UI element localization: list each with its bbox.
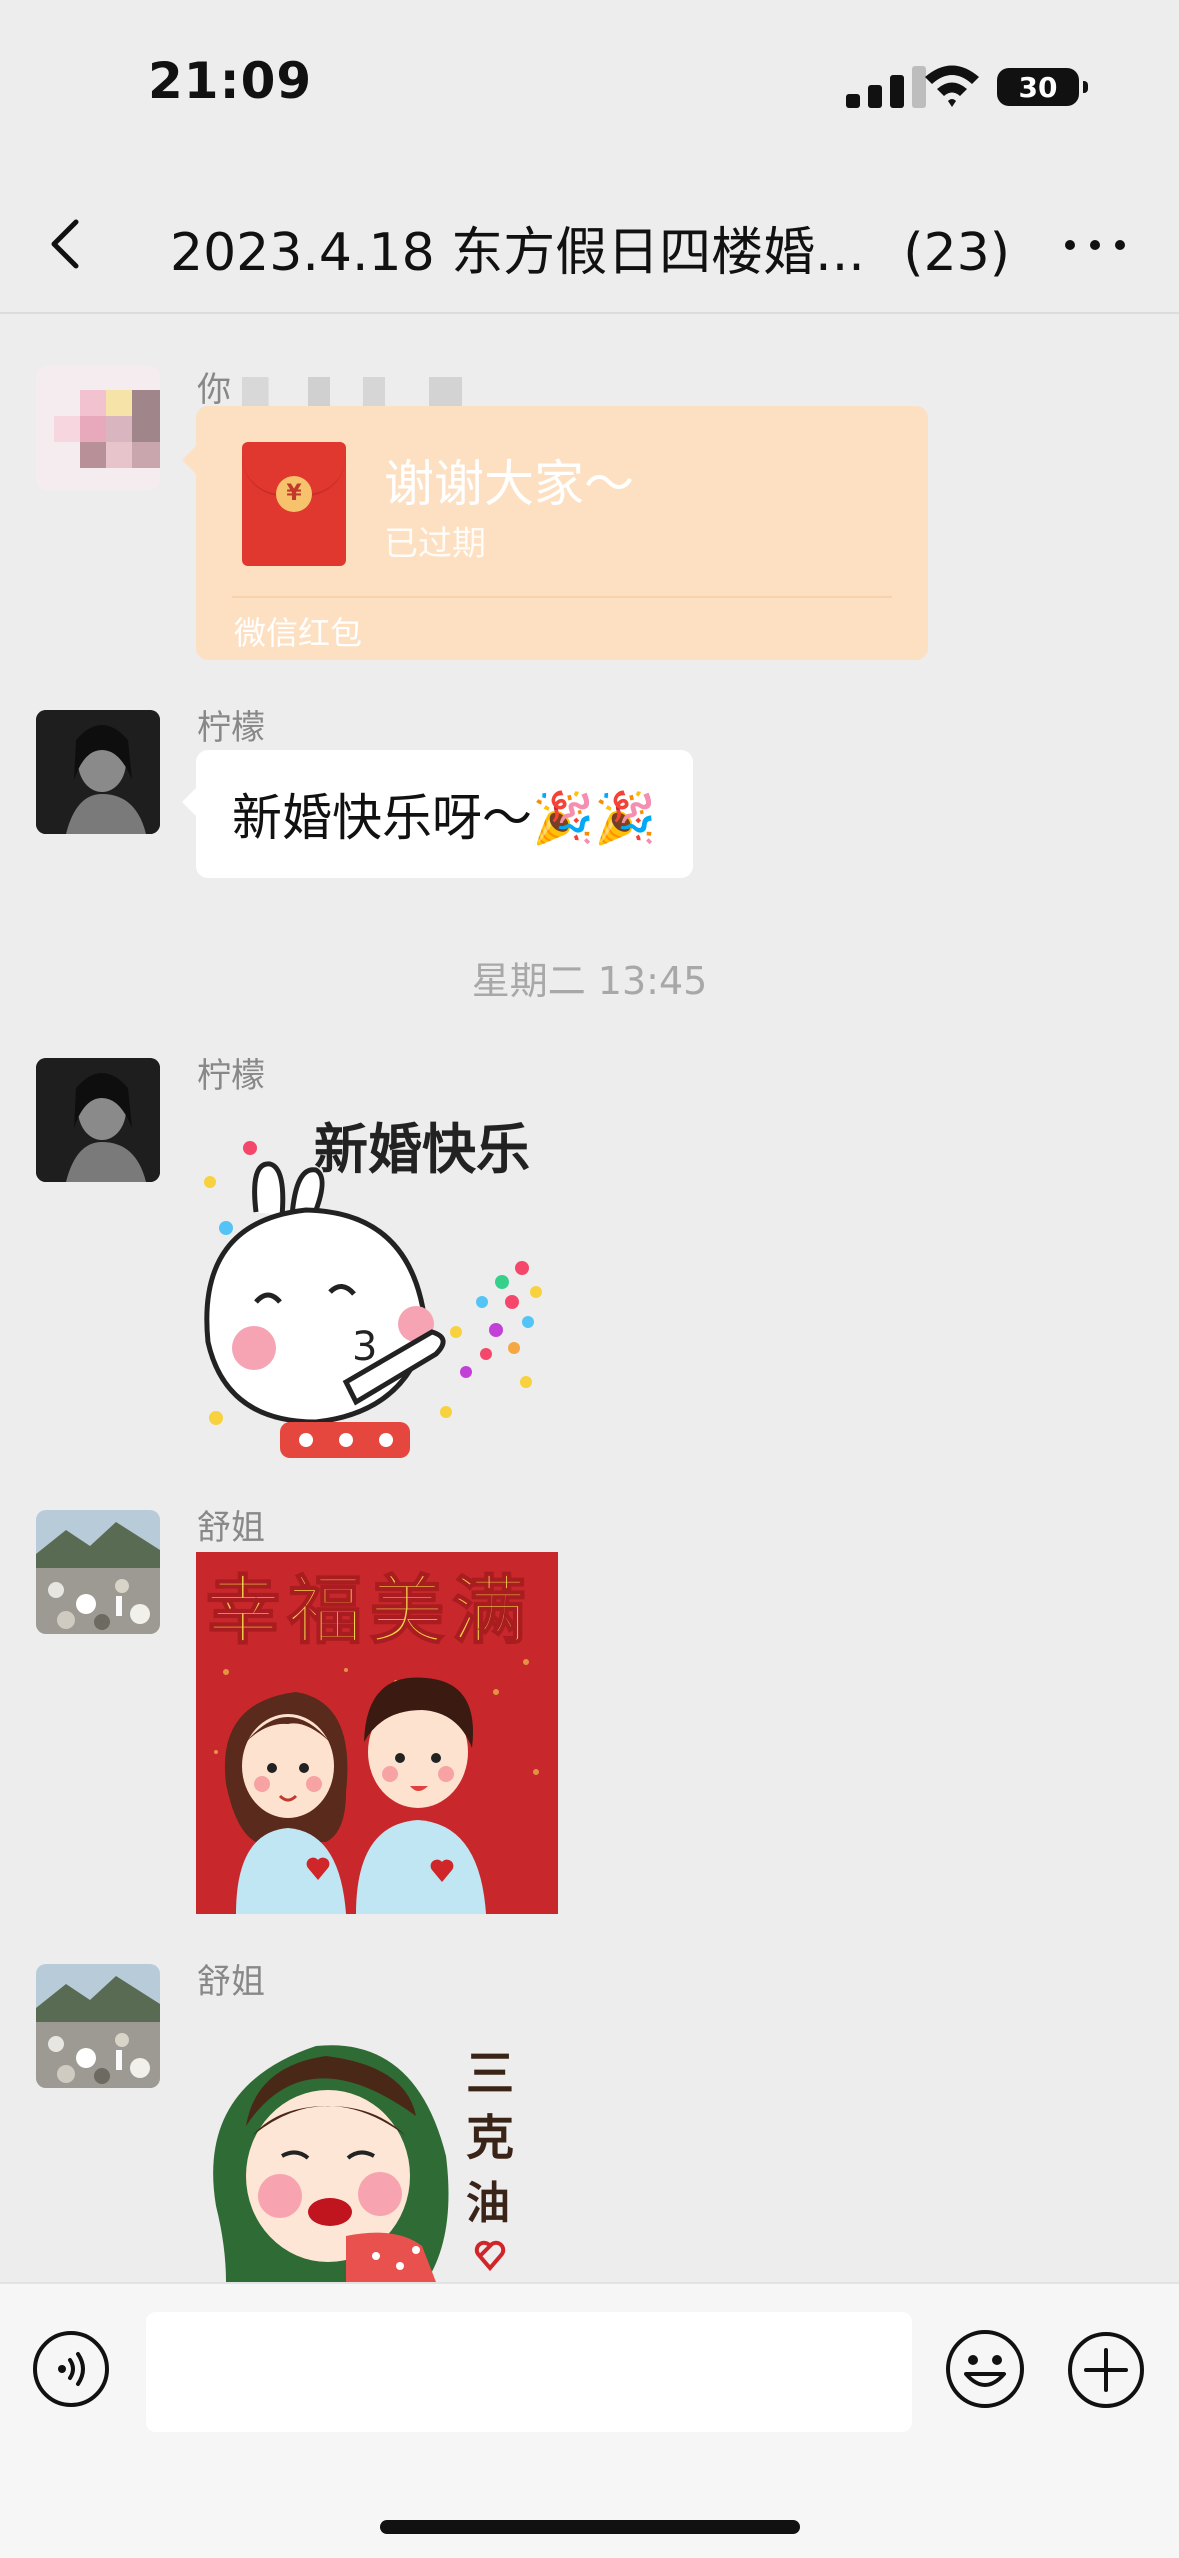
red-packet-card[interactable]: ¥ 谢谢大家～ 已过期 微信红包 xyxy=(182,406,928,660)
sticker-image[interactable]: 幸福美满 xyxy=(196,1552,558,1914)
heart-icon xyxy=(474,2240,506,2272)
sticker-text: 新婚快乐 xyxy=(314,1118,530,1181)
avatar[interactable] xyxy=(36,366,160,490)
red-packet-title: 谢谢大家～ xyxy=(384,455,634,513)
red-packet-status: 已过期 xyxy=(384,524,486,564)
avatar[interactable] xyxy=(36,1964,160,2088)
avatar[interactable] xyxy=(36,1510,160,1634)
avatar[interactable] xyxy=(36,1058,160,1182)
sender-name: 你 xyxy=(197,362,462,411)
sticker-image[interactable]: 新婚快乐 3 xyxy=(196,1092,562,1458)
sticker-text: 幸福美满 xyxy=(206,1568,534,1654)
message-input[interactable] xyxy=(146,2312,912,2432)
voice-icon[interactable] xyxy=(32,2330,110,2408)
emoji-icon[interactable] xyxy=(944,2328,1026,2410)
signal-icon xyxy=(846,66,926,108)
sticker-text-2: 克 xyxy=(466,2110,514,2166)
sender-name: 舒姐 xyxy=(197,1508,265,1548)
red-packet-label: 微信红包 xyxy=(234,614,363,652)
sticker-text-1: 三 xyxy=(466,2046,514,2102)
girl-figure xyxy=(213,2045,449,2282)
red-packet-icon: ¥ xyxy=(242,442,346,566)
message-bubble[interactable]: 新婚快乐呀～🎉🎉 xyxy=(182,750,693,878)
chat-header: 2023.4.18 东方假日四楼婚... (23) xyxy=(0,180,1179,314)
chat-title: 2023.4.18 东方假日四楼婚... (23) xyxy=(170,210,1010,285)
battery-icon: 30 xyxy=(997,68,1088,106)
sender-name: 柠檬 xyxy=(197,708,265,748)
status-bar: 21:09 30 xyxy=(0,0,1179,160)
sticker-text-3: 油 xyxy=(466,2178,510,2229)
home-indicator[interactable] xyxy=(380,2520,800,2534)
redacted-name xyxy=(241,376,462,407)
back-icon[interactable] xyxy=(38,214,98,274)
group-name: 2023.4.18 东方假日四楼婚... xyxy=(170,223,865,283)
sender-name: 舒姐 xyxy=(197,1962,265,2002)
avatar[interactable] xyxy=(36,710,160,834)
member-count: (23) xyxy=(903,223,1011,283)
wifi-icon xyxy=(925,65,979,107)
sticker-image[interactable]: 三 克 油 xyxy=(196,2006,536,2282)
status-time: 21:09 xyxy=(148,52,313,110)
input-bar xyxy=(0,2282,1179,2558)
sender-name: 柠檬 xyxy=(197,1056,265,1096)
more-icon[interactable] xyxy=(1060,220,1130,270)
plus-icon[interactable] xyxy=(1066,2330,1146,2410)
timestamp: 星期二 13:45 xyxy=(471,959,708,1003)
divider xyxy=(232,596,892,598)
bunny: 3 xyxy=(204,1161,446,1458)
